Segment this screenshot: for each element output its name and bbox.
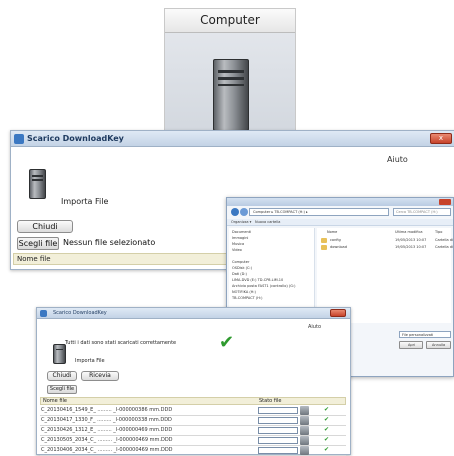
no-file-selected-text: Nessun file selezionato — [63, 238, 156, 247]
status-check-icon: ✔ — [324, 406, 330, 413]
cancel-button-label: Annulla — [432, 343, 446, 347]
file-table: C_20130416_1549_E_ ......... _I-00000038… — [37, 406, 349, 456]
computer-card[interactable]: Computer — [164, 8, 296, 132]
table-row[interactable]: C_20130505_2034_C_ ......... _I-00000046… — [40, 436, 346, 446]
upload-icon[interactable] — [300, 446, 309, 455]
nav-item[interactable]: TB-COMPACT (H:) — [232, 296, 314, 302]
open-button[interactable]: Apri — [399, 341, 423, 349]
forward-button-icon[interactable] — [240, 208, 248, 216]
col-name-header[interactable]: Nome — [327, 230, 337, 234]
folder-icon — [321, 245, 327, 250]
table-row[interactable]: C_20130417_1330_F_ ......... _I-00000033… — [40, 416, 346, 426]
progress-bar — [258, 427, 298, 434]
close-window-button[interactable]: x — [430, 133, 452, 144]
file-row[interactable]: config 19/05/2013 10:07 Cartella di — [319, 238, 453, 244]
file-name-cell: C_20130416_1549_E_ ......... _I-00000038… — [41, 407, 173, 413]
file-row[interactable]: download 19/05/2013 10:07 Cartella di — [319, 245, 453, 251]
file-name-cell: C_20130505_2034_C_ ......... _I-00000046… — [41, 437, 173, 443]
reset-button[interactable]: Ricevia — [81, 371, 119, 381]
table-row[interactable]: C_20130416_1549_E_ ......... _I-00000038… — [40, 406, 346, 416]
dialog-toolbar: Organizza ▾ Nuova cartella — [227, 219, 453, 226]
dialog-close-button[interactable] — [439, 199, 451, 205]
file-name-cell: C_20130417_1330_F_ ......... _I-00000033… — [41, 417, 172, 423]
upload-icon[interactable] — [300, 406, 309, 415]
status-check-icon: ✔ — [324, 426, 330, 433]
computer-tower-icon — [29, 169, 46, 199]
nav-list: Documenti Immagini Musica Video Computer… — [232, 230, 314, 302]
menu-help[interactable]: Aiuto — [308, 324, 321, 330]
file-table-header: Nome file Stato file — [40, 397, 346, 405]
open-button-label: Apri — [408, 343, 416, 347]
window-titlebar: Scarico DownloadKey — [37, 308, 350, 319]
status-check-icon: ✔ — [324, 436, 330, 443]
column-name-header: Nome file — [17, 255, 51, 263]
breadcrumb: Computer ▸ TB-COMPACT (H:) ▸ — [253, 210, 308, 214]
folder-icon — [321, 238, 327, 243]
filter-select[interactable]: File personalizzati — [399, 331, 451, 338]
window-titlebar: Scarico DownloadKey x — [11, 131, 454, 147]
upload-icon[interactable] — [300, 436, 309, 445]
organize-menu[interactable]: Organizza ▾ — [231, 220, 251, 224]
success-check-icon: ✔ — [219, 332, 235, 353]
window-title: Scarico DownloadKey — [27, 134, 124, 143]
progress-bar — [258, 447, 298, 454]
search-placeholder: Cerca TB-COMPACT (H:) — [396, 210, 438, 214]
dialog-titlebar — [227, 198, 453, 206]
table-row[interactable]: C_20130426_1312_E_ ......... _I-00000046… — [40, 426, 346, 436]
new-folder-button[interactable]: Nuova cartella — [255, 220, 280, 224]
file-name: config — [330, 238, 341, 242]
progress-bar — [258, 437, 298, 444]
app-icon — [40, 310, 47, 317]
success-message: Tutti i dati sono stati scaricati corret… — [65, 340, 177, 346]
search-box[interactable]: Cerca TB-COMPACT (H:) — [393, 208, 451, 216]
column-state-header: Stato file — [259, 398, 282, 404]
col-type-header[interactable]: Tipo — [435, 230, 442, 234]
file-type: Cartella di — [435, 245, 453, 249]
back-button-icon[interactable] — [231, 208, 239, 216]
col-date-header[interactable]: Ultima modifica — [395, 230, 423, 234]
close-window-button[interactable] — [330, 309, 346, 317]
file-date: 19/05/2013 10:07 — [395, 238, 427, 242]
progress-bar — [258, 407, 298, 414]
status-check-icon: ✔ — [324, 416, 330, 423]
computer-tower-icon — [213, 59, 249, 131]
download-key-window-result: Scarico DownloadKey Aiuto Tutti i dati s… — [36, 307, 351, 456]
app-icon — [14, 134, 24, 144]
import-file-label: Importa File — [75, 358, 105, 364]
upload-icon[interactable] — [300, 426, 309, 435]
choose-file-button[interactable]: Scegli file — [17, 237, 59, 250]
progress-bar — [258, 417, 298, 424]
status-check-icon: ✔ — [324, 446, 330, 453]
file-date: 19/05/2013 10:07 — [395, 245, 427, 249]
computer-card-title: Computer — [165, 9, 295, 33]
import-file-label: Importa File — [61, 197, 109, 206]
window-title: Scarico DownloadKey — [53, 310, 107, 316]
file-name: download — [330, 245, 347, 249]
cancel-button[interactable]: Annulla — [426, 341, 451, 349]
file-name-cell: C_20130406_2034_C_ ......... _I-00000046… — [41, 447, 173, 453]
file-name-cell: C_20130426_1312_E_ ......... _I-00000046… — [41, 427, 173, 433]
close-button[interactable]: Chiudi — [17, 220, 73, 233]
address-bar[interactable]: Computer ▸ TB-COMPACT (H:) ▸ — [249, 208, 389, 216]
filter-value: File personalizzati — [402, 333, 434, 337]
file-type: Cartella di — [435, 238, 453, 242]
close-button[interactable]: Chiudi — [47, 371, 77, 381]
choose-file-button[interactable]: Scegli file — [47, 385, 77, 394]
upload-icon[interactable] — [300, 416, 309, 425]
menu-help[interactable]: Aiuto — [387, 155, 408, 164]
column-name-header: Nome file — [43, 398, 67, 404]
computer-tower-icon — [53, 344, 66, 364]
